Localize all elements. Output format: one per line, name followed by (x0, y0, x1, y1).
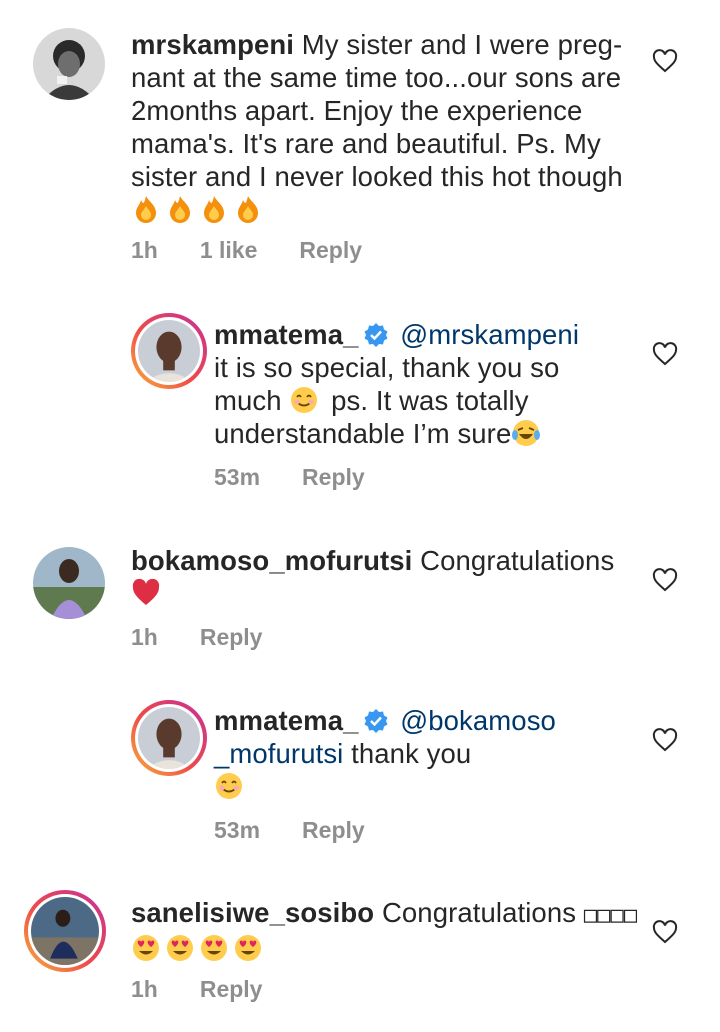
avatar-photo (31, 897, 99, 965)
fire-emoji-group (131, 194, 267, 225)
verified-badge-icon (364, 709, 387, 733)
reply-mmatema-2: mmatema_ @bokamoso _mofurutsi thank you … (0, 700, 720, 860)
comment-time: 53m (214, 817, 261, 843)
like-heart-icon[interactable] (652, 342, 678, 366)
reply-button[interactable]: Reply (299, 237, 362, 264)
comment-meta: 1h Reply (131, 976, 304, 1003)
reply-text: mmatema_ @bokamoso _mofurutsi thank you (214, 704, 644, 803)
comment-text: bokamoso_mofurutsi Congratulations (131, 544, 651, 610)
like-heart-icon[interactable] (652, 49, 678, 73)
smiling-face-emoji (291, 387, 318, 413)
mention-link[interactable]: @mrskampeni (400, 319, 579, 350)
comment-meta: 1h Reply (131, 624, 304, 651)
comment-username[interactable]: mrskampeni (131, 29, 294, 60)
avatar-photo (33, 547, 105, 619)
heart-eyes-emoji (201, 935, 227, 961)
fire-emoji (170, 196, 190, 223)
heart-eyes-emoji (133, 935, 159, 961)
comment-text: sanelisiwe_sosibo Congratulations □□□□ (131, 896, 651, 965)
reply-button[interactable]: Reply (302, 464, 365, 491)
missing-glyphs: □□□□ (583, 903, 638, 928)
avatar-photo (138, 320, 200, 382)
reply-button[interactable]: Reply (200, 624, 263, 651)
comment-meta: 53m Reply (214, 464, 407, 491)
fire-emoji (204, 196, 224, 223)
like-heart-icon[interactable] (652, 920, 678, 944)
mention-link[interactable]: _mofurutsi (214, 738, 343, 769)
comment-username[interactable]: mmatema_ (214, 705, 359, 736)
avatar-photo (33, 28, 105, 100)
fire-emoji (238, 196, 258, 223)
comment-username[interactable]: sanelisiwe_sosibo (131, 897, 374, 928)
comment-time: 1h (131, 237, 158, 263)
comment-likes[interactable]: 1 like (200, 237, 258, 264)
comment-time: 1h (131, 624, 158, 650)
like-heart-icon[interactable] (652, 568, 678, 592)
comment-meta: 1h 1 like Reply (131, 237, 404, 264)
comment-bokamoso: bokamoso_mofurutsi Congratulations 1h Re… (0, 530, 720, 670)
fire-emoji (136, 196, 156, 223)
reply-text: mmatema_ @mrskampeni it is so special, t… (214, 319, 580, 449)
avatar-bokamoso[interactable] (33, 547, 105, 619)
reply-button[interactable]: Reply (200, 976, 263, 1003)
reply-button[interactable]: Reply (302, 817, 365, 844)
comment-time: 53m (214, 464, 261, 490)
comment-mrskampeni: mrskampeni My sister and I were preg- na… (0, 0, 720, 290)
comment-meta: 53m Reply (214, 817, 407, 844)
smiling-face-emoji (216, 773, 242, 799)
avatar-sanelisiwe[interactable] (24, 890, 106, 972)
verified-badge-icon (364, 323, 387, 347)
like-heart-icon[interactable] (652, 728, 678, 752)
comment-text: mrskampeni My sister and I were preg- na… (131, 28, 651, 226)
tears-of-joy-emoji (512, 420, 541, 446)
comment-sanelisiwe: sanelisiwe_sosibo Congratulations □□□□ 1… (0, 890, 720, 1032)
heart-eyes-emoji-group (131, 933, 267, 964)
comment-username[interactable]: bokamoso_mofurutsi (131, 545, 412, 576)
mention-link[interactable]: @bokamoso (400, 705, 556, 736)
heart-eyes-emoji (235, 935, 261, 961)
avatar-mrskampeni[interactable] (33, 28, 105, 100)
comment-time: 1h (131, 976, 158, 1002)
avatar-mmatema[interactable] (131, 700, 207, 776)
reply-mmatema-1: mmatema_ @mrskampeni it is so special, t… (0, 300, 720, 510)
comment-username[interactable]: mmatema_ (214, 319, 359, 350)
red-heart-emoji (132, 578, 160, 605)
avatar-mmatema[interactable] (131, 313, 207, 389)
heart-eyes-emoji (167, 935, 193, 961)
avatar-photo (138, 707, 200, 769)
